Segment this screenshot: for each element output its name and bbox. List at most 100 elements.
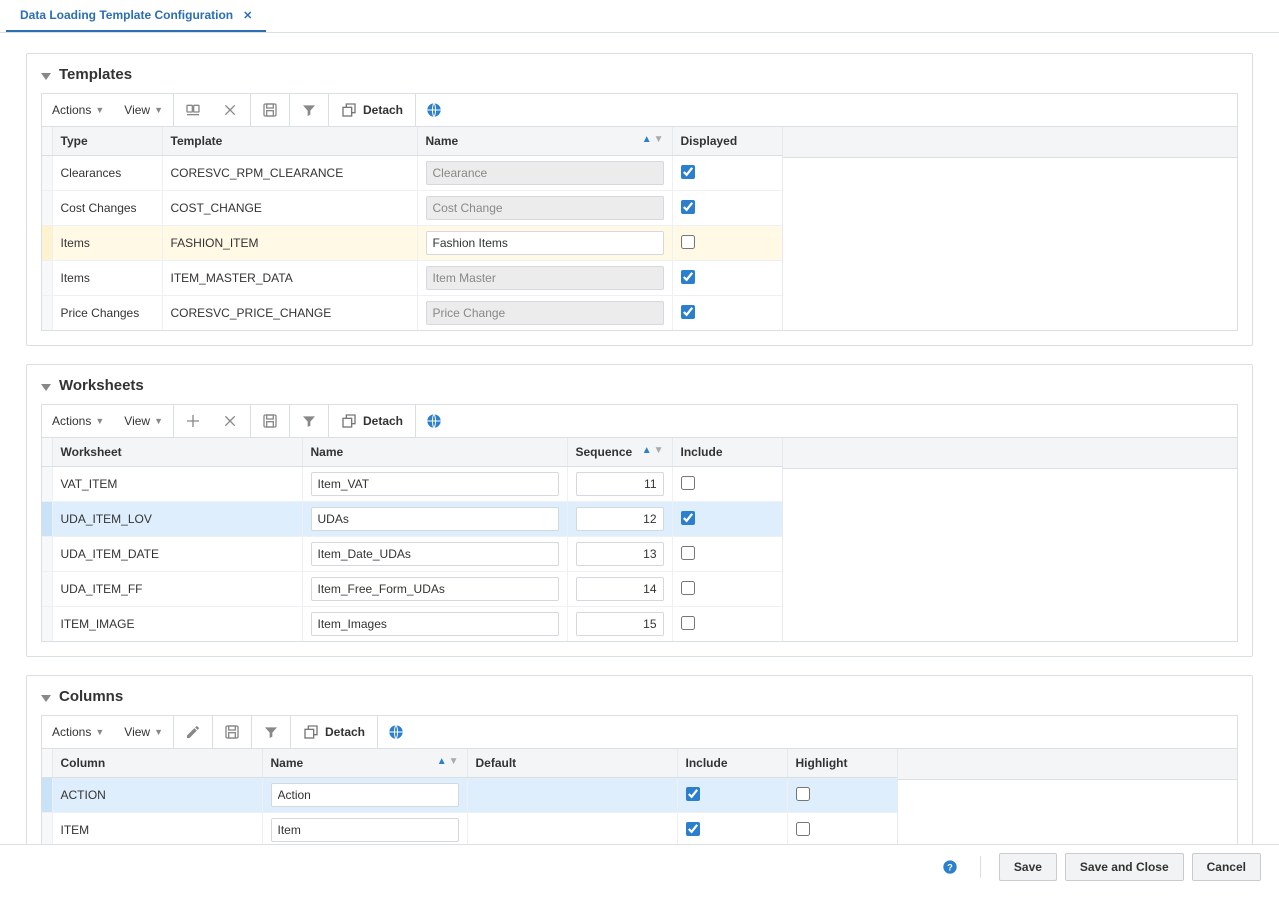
delete-icon[interactable] <box>212 405 250 437</box>
globe-icon[interactable] <box>416 413 452 429</box>
col-column[interactable]: Column <box>52 749 262 778</box>
table-row[interactable]: Clearances CORESVC_RPM_CLEARANCE <box>42 156 782 191</box>
view-menu[interactable]: View▼ <box>114 719 173 745</box>
table-row[interactable]: ITEM_IMAGE <box>42 607 782 642</box>
name-input[interactable] <box>426 196 664 220</box>
col-type[interactable]: Type <box>52 127 162 156</box>
actions-menu[interactable]: Actions▼ <box>42 719 114 745</box>
name-input[interactable] <box>311 612 559 636</box>
sequence-input[interactable] <box>576 542 664 566</box>
view-menu[interactable]: View▼ <box>114 408 173 434</box>
table-row[interactable]: UDA_ITEM_LOV <box>42 502 782 537</box>
name-input[interactable] <box>311 472 559 496</box>
help-icon[interactable]: ? <box>942 859 958 875</box>
name-input[interactable] <box>426 301 664 325</box>
cell-include <box>672 502 782 537</box>
displayed-checkbox[interactable] <box>681 270 695 284</box>
highlight-checkbox[interactable] <box>796 822 810 836</box>
include-checkbox[interactable] <box>681 581 695 595</box>
include-checkbox[interactable] <box>681 476 695 490</box>
chevron-down-icon: ▼ <box>95 416 104 426</box>
displayed-checkbox[interactable] <box>681 165 695 179</box>
table-row[interactable]: ACTION <box>42 778 897 813</box>
col-name-label: Name <box>271 756 304 770</box>
col-default[interactable]: Default <box>467 749 677 778</box>
include-checkbox[interactable] <box>681 511 695 525</box>
save-icon[interactable] <box>251 405 289 437</box>
cell-sequence <box>567 537 672 572</box>
collapse-icon[interactable] <box>41 381 51 391</box>
filter-icon[interactable] <box>252 716 290 748</box>
table-row[interactable]: Cost Changes COST_CHANGE <box>42 191 782 226</box>
col-worksheet[interactable]: Worksheet <box>52 438 302 467</box>
name-input[interactable] <box>271 783 459 807</box>
sequence-input[interactable] <box>576 472 664 496</box>
sequence-input[interactable] <box>576 577 664 601</box>
save-button[interactable]: Save <box>999 853 1057 881</box>
include-checkbox[interactable] <box>686 787 700 801</box>
close-icon[interactable]: ✕ <box>243 9 252 22</box>
cell-name <box>417 191 672 226</box>
save-icon[interactable] <box>213 716 251 748</box>
col-include[interactable]: Include <box>677 749 787 778</box>
chevron-down-icon: ▼ <box>154 416 163 426</box>
add-icon[interactable] <box>174 405 212 437</box>
col-name[interactable]: Name <box>302 438 567 467</box>
table-row[interactable]: UDA_ITEM_FF <box>42 572 782 607</box>
filter-icon[interactable] <box>290 405 328 437</box>
edit-icon[interactable] <box>174 716 212 748</box>
detach-button[interactable]: Detach <box>329 405 415 437</box>
table-row[interactable]: Items ITEM_MASTER_DATA <box>42 261 782 296</box>
cell-default <box>467 813 677 848</box>
globe-icon[interactable] <box>378 724 414 740</box>
actions-menu[interactable]: Actions▼ <box>42 97 114 123</box>
name-input[interactable] <box>311 577 559 601</box>
col-name[interactable]: Name ▲▼ <box>262 749 467 778</box>
cancel-button[interactable]: Cancel <box>1192 853 1261 881</box>
name-input[interactable] <box>426 161 664 185</box>
include-checkbox[interactable] <box>681 546 695 560</box>
collapse-icon[interactable] <box>41 692 51 702</box>
table-row[interactable]: UDA_ITEM_DATE <box>42 537 782 572</box>
delete-icon[interactable] <box>212 94 250 126</box>
col-name[interactable]: Name▲▼ <box>417 127 672 156</box>
actions-menu[interactable]: Actions▼ <box>42 408 114 434</box>
include-checkbox[interactable] <box>686 822 700 836</box>
displayed-checkbox[interactable] <box>681 235 695 249</box>
cell-sequence <box>567 502 672 537</box>
sequence-input[interactable] <box>576 507 664 531</box>
col-displayed[interactable]: Displayed <box>672 127 782 156</box>
col-highlight[interactable]: Highlight <box>787 749 897 778</box>
sequence-input[interactable] <box>576 612 664 636</box>
name-input[interactable] <box>426 266 664 290</box>
displayed-checkbox[interactable] <box>681 200 695 214</box>
highlight-checkbox[interactable] <box>796 787 810 801</box>
col-include[interactable]: Include <box>672 438 782 467</box>
name-input[interactable] <box>311 542 559 566</box>
table-row[interactable]: Price Changes CORESVC_PRICE_CHANGE <box>42 296 782 331</box>
sort-indicator: ▲▼ <box>437 756 459 767</box>
globe-icon[interactable] <box>416 102 452 118</box>
name-input[interactable] <box>426 231 664 255</box>
include-checkbox[interactable] <box>681 616 695 630</box>
collapse-icon[interactable] <box>41 70 51 80</box>
displayed-checkbox[interactable] <box>681 305 695 319</box>
filter-icon[interactable] <box>290 94 328 126</box>
tab-data-loading-template-config[interactable]: Data Loading Template Configuration ✕ <box>6 0 266 32</box>
save-and-close-button[interactable]: Save and Close <box>1065 853 1184 881</box>
col-sequence[interactable]: Sequence▲▼ <box>567 438 672 467</box>
cell-name <box>417 261 672 296</box>
save-icon[interactable] <box>251 94 289 126</box>
worksheets-table: Worksheet Name Sequence▲▼ Include VAT_IT… <box>42 438 782 641</box>
table-row[interactable]: Items FASHION_ITEM <box>42 226 782 261</box>
page-content: Templates Actions▼ View▼ Detach <box>0 33 1279 918</box>
name-input[interactable] <box>271 818 459 842</box>
view-menu[interactable]: View▼ <box>114 97 173 123</box>
detach-button[interactable]: Detach <box>291 716 377 748</box>
name-input[interactable] <box>311 507 559 531</box>
duplicate-icon[interactable] <box>174 94 212 126</box>
col-template[interactable]: Template <box>162 127 417 156</box>
detach-button[interactable]: Detach <box>329 94 415 126</box>
table-row[interactable]: VAT_ITEM <box>42 467 782 502</box>
table-row[interactable]: ITEM <box>42 813 897 848</box>
